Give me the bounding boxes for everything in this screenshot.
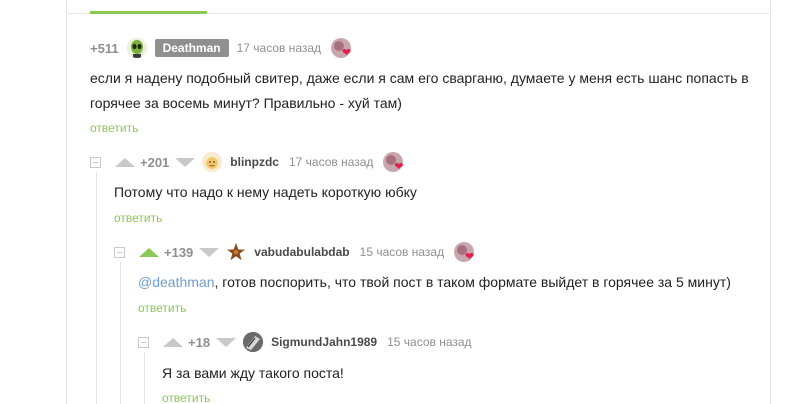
reply-link[interactable]: ответить [162,391,210,404]
comment-text: Я за вами жду такого поста! [162,365,344,381]
photo-avatar-icon [243,332,264,352]
heart-icon [454,242,475,263]
reply-link[interactable]: ответить [138,301,186,315]
comment-time[interactable]: 15 часов назад [360,245,444,259]
heart-icon [331,38,352,59]
left-border [66,0,67,404]
comment-header: +201 blinpzdc 17 часов назад [90,151,404,173]
reply-link[interactable]: ответить [114,211,162,225]
thread-line [144,352,145,404]
downvote-icon[interactable] [175,157,196,167]
comment-rating: +511 [90,40,119,56]
comment-header: +139 vabudabulabdab 15 часов назад [114,241,475,263]
username[interactable]: blinpzdc [230,155,279,169]
active-tab-indicator [90,11,207,14]
comment-text: @deathman, готов поспорить, что твой пос… [138,274,731,290]
comment-header: +18 SigmundJahn1989 15 часов назад [138,331,482,353]
comment-time[interactable]: 17 часов назад [289,155,373,169]
alien-avatar-icon [126,38,147,58]
comment-rating: +139 [164,244,194,260]
downvote-icon[interactable] [216,337,237,347]
comment-text: Потому что надо к нему надеть короткую ю… [114,184,417,200]
heart-icon [383,152,404,173]
upvote-icon[interactable] [139,247,159,257]
mention-link[interactable]: @deathman [138,274,214,290]
avatar[interactable] [126,38,147,58]
comment-rating: +201 [140,154,170,170]
avatar[interactable] [202,152,223,172]
upvote-icon[interactable] [115,157,135,167]
downvote-icon[interactable] [199,247,220,257]
collapse-button[interactable] [114,246,125,258]
star-avatar-icon [227,243,246,261]
comment-time[interactable]: 15 часов назад [387,335,471,349]
username[interactable]: SigmundJahn1989 [271,335,377,349]
thread-line [96,172,97,404]
comments-page: +511 Deathman 17 часов назад если я наде… [0,0,794,404]
collapse-button[interactable] [138,336,149,348]
avatar[interactable] [243,332,264,352]
reply-link[interactable]: ответить [90,121,138,135]
upvote-icon[interactable] [163,337,183,347]
collapse-button[interactable] [90,156,101,168]
face-avatar-icon [202,152,223,172]
username[interactable]: vabudabulabdab [254,245,349,259]
comment-text: если я надену подобный свитер, даже если… [90,70,749,111]
thread-line [120,262,121,404]
avatar[interactable] [226,242,247,262]
username-badge[interactable]: Deathman [154,39,229,57]
comment-header: +511 Deathman 17 часов назад [90,37,352,59]
comment-time[interactable]: 17 часов назад [237,41,321,55]
right-border [770,0,771,404]
comment-rating: +18 [188,334,211,350]
